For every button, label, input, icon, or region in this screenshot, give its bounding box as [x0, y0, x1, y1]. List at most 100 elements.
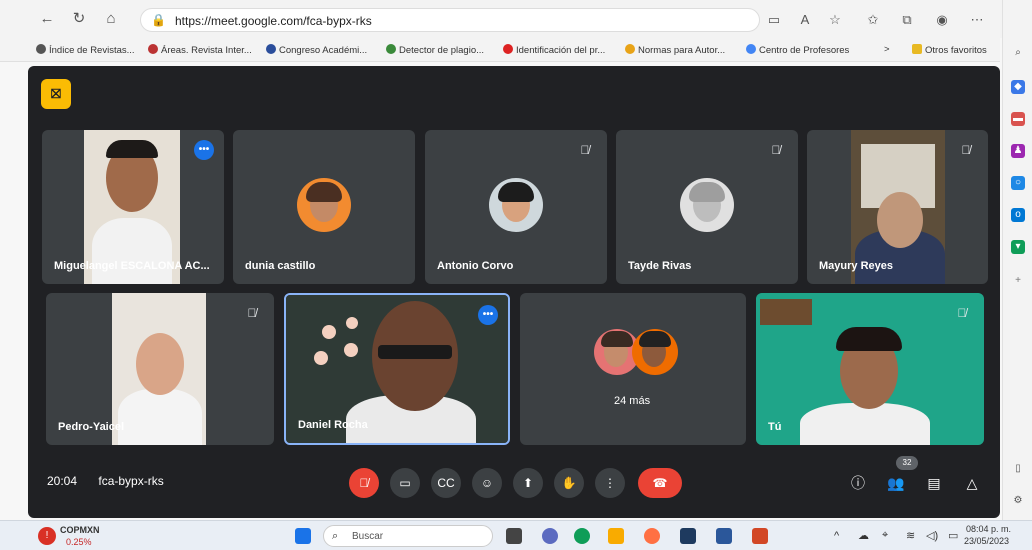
bookmark-item[interactable]: Normas para Autor... — [625, 44, 725, 56]
search-box[interactable]: ⌕ Buscar — [323, 525, 493, 547]
favorites-icon[interactable]: ✩ — [864, 11, 882, 29]
raise-hand-button[interactable]: ✋ — [554, 468, 584, 498]
end-call-button[interactable]: ☎ — [638, 468, 682, 498]
start-icon[interactable] — [295, 528, 311, 544]
bookmark-item[interactable]: Áreas. Revista Inter... — [148, 44, 252, 56]
clock-date[interactable]: 23/05/2023 — [964, 536, 1009, 546]
activities-icon[interactable]: △ — [960, 471, 984, 495]
volume-icon[interactable]: ◁) — [926, 529, 938, 542]
browser-sidebar: ⌕ ◆ ▬ ♟ ○ o ▾ + ▯ ⚙ — [1002, 0, 1032, 520]
alert-icon: ! — [38, 527, 56, 545]
edge-icon[interactable] — [574, 528, 590, 544]
lock-icon: 🔒 — [151, 13, 166, 27]
shopping-icon[interactable]: ◆ — [1011, 80, 1025, 94]
chat-icon[interactable]: ▤ — [922, 471, 946, 495]
more-options-button[interactable]: ⋮ — [595, 468, 625, 498]
search-placeholder: Buscar — [352, 531, 384, 542]
bookmark-item[interactable]: Centro de Profesores — [746, 44, 849, 56]
reader-icon[interactable]: ▭ — [765, 11, 783, 29]
widget-sub: 0.25% — [66, 537, 92, 547]
participant-tile[interactable]: 🎙̸ Antonio Corvo — [425, 130, 607, 284]
info-icon[interactable]: ⓘ — [846, 471, 870, 495]
mic-toggle-button[interactable]: 🎙̸ — [349, 468, 379, 498]
menu-icon[interactable]: ⋯ — [968, 11, 986, 29]
chevron-up-icon[interactable]: ^ — [834, 530, 839, 542]
widget-title: COPMXN — [60, 525, 100, 535]
participant-video — [112, 293, 206, 445]
office-icon[interactable]: ○ — [1011, 176, 1025, 190]
participant-name: Tayde Rivas — [628, 260, 692, 272]
firefox-icon[interactable] — [644, 528, 660, 544]
bookmarks-overflow-icon[interactable]: > — [884, 44, 890, 55]
panel-icon[interactable]: ▯ — [1011, 462, 1025, 476]
mic-off-icon: 🎙̸ — [771, 143, 781, 157]
participant-name: Tú — [768, 421, 782, 433]
participant-tile-pinned[interactable]: ••• Daniel Rocha — [284, 293, 510, 445]
games-icon[interactable]: ♟ — [1011, 144, 1025, 158]
wifi-icon[interactable]: ≋ — [906, 529, 915, 542]
read-aloud-icon[interactable]: A — [796, 11, 814, 29]
participant-tile-self[interactable]: 🎙̸ Tú — [756, 293, 984, 445]
tools-icon[interactable]: ▬ — [1011, 112, 1025, 126]
participant-tile[interactable]: dunia castillo — [233, 130, 415, 284]
emoji-button[interactable]: ☺ — [472, 468, 502, 498]
home-icon[interactable]: ⌂ — [102, 10, 120, 28]
favorite-icon[interactable]: ☆ — [826, 11, 844, 29]
bookmark-folder[interactable]: Otros favoritos — [912, 44, 987, 56]
powerpoint-icon[interactable] — [752, 528, 768, 544]
bookmark-item[interactable]: Índice de Revistas... — [36, 44, 135, 56]
back-icon[interactable]: ← — [38, 10, 56, 28]
bookmark-item[interactable]: Identificación del pr... — [503, 44, 605, 56]
windows-taskbar: ! COPMXN 0.25% ⌕ Buscar ^ ☁ ⌖ ≋ ◁) ▭ 08:… — [0, 520, 1032, 550]
cloud-icon[interactable]: ☁ — [858, 529, 869, 542]
meeting-code: fca-bypx-rks — [98, 474, 164, 488]
camera-button[interactable]: ▭ — [390, 468, 420, 498]
add-icon[interactable]: + — [1011, 274, 1025, 288]
bookmarks-bar: Índice de Revistas... Áreas. Revista Int… — [0, 38, 1000, 62]
search-icon: ⌕ — [332, 530, 339, 542]
more-options-icon[interactable]: ••• — [478, 305, 498, 325]
participant-name: Daniel Rocha — [298, 419, 368, 431]
bookmark-item[interactable]: Congreso Académi... — [266, 44, 367, 56]
chat-app-icon[interactable] — [542, 528, 558, 544]
participant-tile[interactable]: ••• Miguelangel ESCALONA AC... — [42, 130, 224, 284]
search-icon[interactable]: ⌕ — [1011, 46, 1025, 60]
drop-icon[interactable]: ▾ — [1011, 240, 1025, 254]
participant-name: Pedro-Yaicel — [58, 421, 125, 433]
participant-tile[interactable]: 🎙̸ Pedro-Yaicel — [46, 293, 274, 445]
location-icon[interactable]: ⌖ — [882, 529, 888, 542]
participant-name: Antonio Corvo — [437, 260, 514, 272]
present-button[interactable]: ⬆ — [513, 468, 543, 498]
meet-stage: ⛝ ••• Miguelangel ESCALONA AC... dunia c… — [28, 66, 1000, 518]
refresh-icon[interactable]: ↻ — [70, 10, 88, 28]
mail-icon[interactable] — [680, 528, 696, 544]
mic-off-icon: 🎙̸ — [957, 306, 967, 320]
outlook-icon[interactable]: o — [1011, 208, 1025, 222]
battery-icon[interactable]: ▭ — [948, 529, 958, 542]
people-icon[interactable]: 👥 — [884, 471, 908, 495]
participants-count-badge: 32 — [896, 456, 918, 470]
participant-tile[interactable]: 🎙̸ Mayury Reyes — [807, 130, 988, 284]
profile-icon[interactable]: ◉ — [933, 11, 951, 29]
task-view-icon[interactable] — [506, 528, 522, 544]
no-camera-icon[interactable]: ⛝ — [41, 79, 71, 109]
captions-button[interactable]: CC — [431, 468, 461, 498]
clock-time[interactable]: 08:04 p. m. — [966, 524, 1011, 534]
speaking-indicator-icon: ••• — [194, 140, 214, 160]
meeting-time: 20:04 — [47, 474, 78, 488]
more-participants-count: 24 más — [614, 395, 651, 407]
bookmark-item[interactable]: Detector de plagio... — [386, 44, 484, 56]
word-icon[interactable] — [716, 528, 732, 544]
address-bar[interactable]: 🔒 https://meet.google.com/fca-bypx-rks — [140, 8, 760, 32]
participant-tile[interactable]: 🎙̸ Tayde Rivas — [616, 130, 798, 284]
file-explorer-icon[interactable] — [608, 528, 624, 544]
more-participants-tile[interactable]: 24 más — [520, 293, 746, 445]
extensions-icon[interactable]: ⧉ — [898, 11, 916, 29]
browser-toolbar: ← ↻ ⌂ 🔒 https://meet.google.com/fca-bypx… — [0, 0, 1032, 38]
mic-off-icon: 🎙̸ — [961, 143, 971, 157]
avatar — [680, 178, 734, 232]
settings-icon[interactable]: ⚙ — [1011, 494, 1025, 508]
avatar — [632, 329, 678, 375]
participant-name: dunia castillo — [245, 260, 316, 272]
participant-video — [756, 293, 984, 445]
